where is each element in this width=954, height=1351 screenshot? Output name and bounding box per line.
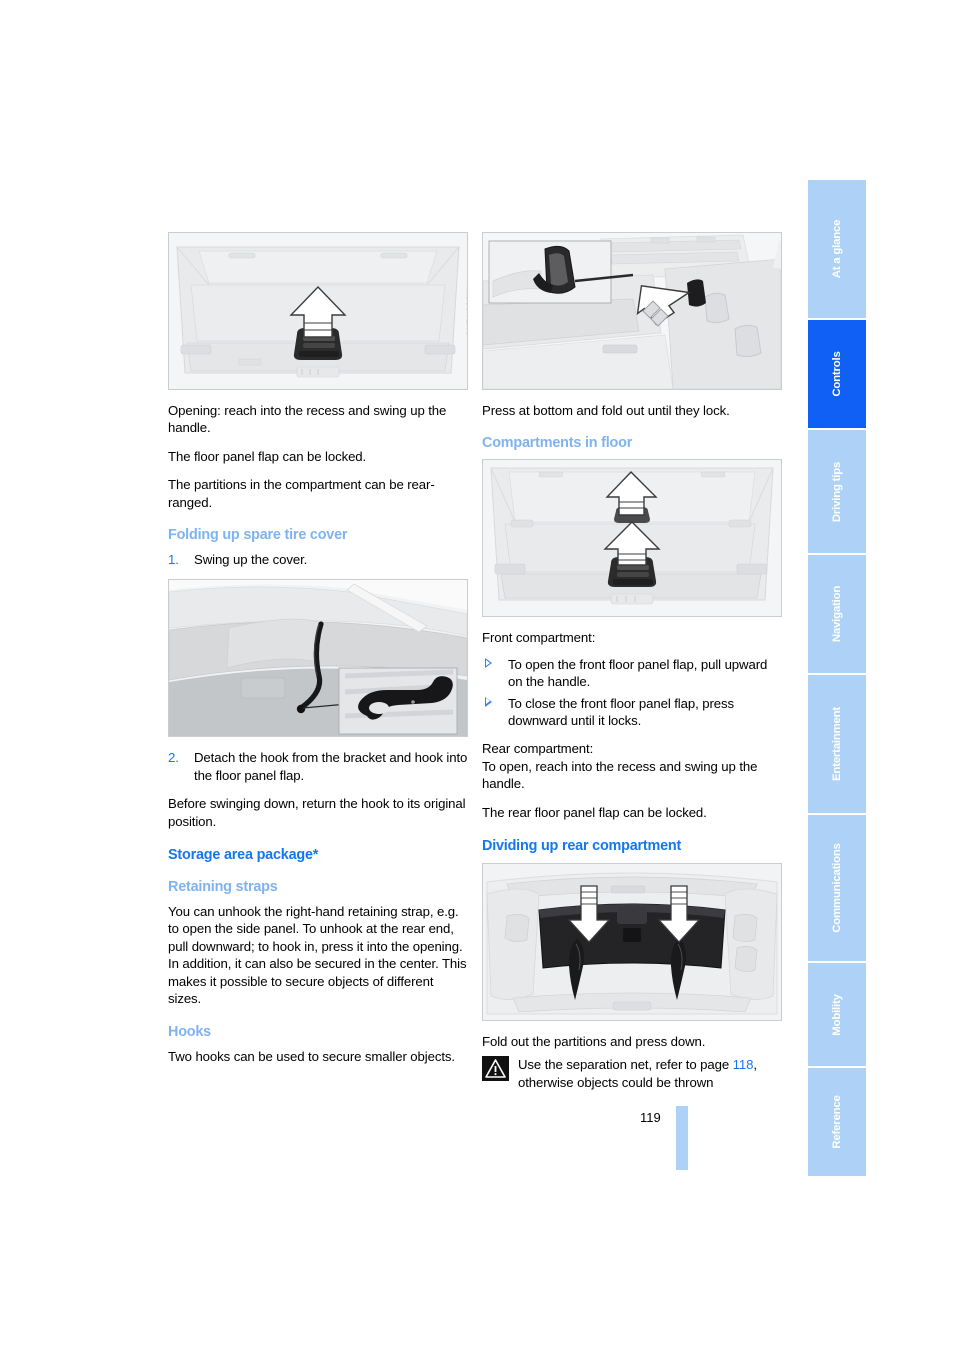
paragraph-before-swinging-down: Before swinging down, return the hook to… (168, 796, 466, 829)
list-item: 2. Detach the hook from the bracket and … (168, 749, 468, 784)
paragraph-front-compartment: Front compartment: (482, 630, 596, 646)
manual-page: WWCT2 8A-FC3.445 Opening: reach into the… (0, 0, 954, 1351)
sidebar-tab-label: Entertainment (831, 707, 843, 781)
heading-dividing-up-rear-compartment: Dividing up rear compartment (482, 838, 682, 855)
paragraph-partitions-rearranged: The partitions in the compartment can be… (168, 477, 435, 510)
right-column: WWC24-2CE3A.9B Press at bottom and fold … (482, 232, 782, 1091)
warning-triangle-icon (482, 1056, 509, 1082)
list-item-text: To open the front floor panel flap, pull… (508, 656, 768, 690)
paragraph-rear-compartment: Rear compartment: To open, reach into th… (482, 740, 782, 792)
sidebar-tab-at-a-glance[interactable]: At a glance (808, 180, 866, 320)
list-item-text: To close the front floor panel flap, pre… (508, 695, 734, 729)
page-reference-link[interactable]: 118 (733, 1057, 754, 1072)
rear-compartment-label: Rear compartment: (482, 741, 594, 757)
note-text-before: Use the separation net, refer to page (518, 1057, 733, 1073)
list-marker: 1. (168, 552, 179, 568)
list-front-compartment-actions: To open the front floor panel flap, pull… (482, 656, 782, 730)
rear-compartment-text: To open, reach into the recess and swing… (482, 758, 758, 792)
sidebar-tab-reference[interactable]: Reference (808, 1068, 866, 1178)
trunk-floor-illustration (169, 233, 467, 389)
heading-storage-area-package: Storage area package* (168, 847, 319, 864)
hook-bracket-illustration (169, 580, 467, 737)
paragraph-rear-flap-lockable: The rear floor panel flap can be locked. (482, 804, 707, 820)
figure-code: WWCT2 8A-FC3.445 (465, 286, 468, 336)
arrow-bullet-icon (485, 657, 492, 668)
paragraph-hooks: Two hooks can be used to secure smaller … (168, 1048, 455, 1064)
left-column: WWCT2 8A-FC3.445 Opening: reach into the… (168, 232, 468, 1076)
paragraph-opening: Opening: reach into the recess and swing… (168, 403, 447, 436)
sidebar-tab-label: Communications (831, 843, 843, 933)
sidebar-tab-communications[interactable]: Communications (808, 815, 866, 963)
sidebar-tab-label: Controls (831, 351, 843, 397)
sidebar-tab-navigation[interactable]: Navigation (808, 555, 866, 675)
sidebar-tab-controls[interactable]: Controls (808, 320, 866, 430)
partitions-illustration (483, 864, 781, 1021)
list-folding-steps-2: 2. Detach the hook from the bracket and … (168, 749, 468, 784)
sidebar-tab-label: Driving tips (831, 461, 843, 522)
figure-dividing-rear-compartment: WWC7HBE53.A4B (482, 863, 782, 1022)
paragraph-fold-out-partitions: Fold out the partitions and press down. (482, 1034, 706, 1050)
list-item: To open the front floor panel flap, pull… (482, 656, 782, 691)
paragraph-retaining-straps: You can unhook the right-hand retaining … (168, 904, 467, 1007)
figure-code: WWC24-2CE3A.9B (781, 289, 782, 333)
list-item: To close the front floor panel flap, pre… (482, 695, 782, 730)
heading-retaining-straps: Retaining straps (168, 879, 278, 896)
list-item-text: Detach the hook from the bracket and hoo… (194, 750, 468, 783)
page-number-bar (676, 1106, 688, 1170)
page-number: 119 (640, 1110, 661, 1125)
sidebar-tab-driving-tips[interactable]: Driving tips (808, 430, 866, 555)
sidebar-tab-mobility[interactable]: Mobility (808, 963, 866, 1068)
warning-note-text: Use the separation net, refer to page 11… (518, 1056, 782, 1091)
sidebar-tab-label: Reference (831, 1095, 843, 1149)
sidebar-tab-entertainment[interactable]: Entertainment (808, 675, 866, 815)
heading-compartments-in-floor: Compartments in floor (482, 435, 633, 452)
side-panel-illustration (483, 233, 781, 389)
heading-hooks: Hooks (168, 1023, 211, 1040)
list-marker: 2. (168, 750, 179, 766)
figure-trunk-floor-open: WWCT2 8A-FC3.445 (168, 232, 468, 390)
figure-hook-and-bracket: WWC2-HKFR.A4A (168, 579, 468, 738)
heading-folding-up-spare-tire-cover: Folding up spare tire cover (168, 527, 348, 544)
figure-side-panel-fold-out: WWC24-2CE3A.9B (482, 232, 782, 390)
list-item: 1. Swing up the cover. (168, 551, 468, 568)
sidebar-tab-label: At a glance (831, 219, 843, 279)
sidebar-tab-label: Mobility (831, 993, 843, 1036)
compartments-illustration (483, 460, 781, 617)
list-item-text: Swing up the cover. (194, 552, 308, 568)
warning-note: Use the separation net, refer to page 11… (482, 1056, 782, 1091)
figure-compartments-in-floor: WWC7GJEE3.A4B (482, 459, 782, 618)
arrow-bullet-icon (485, 696, 492, 707)
section-tabs-sidebar: At a glance Controls Driving tips Navigatio… (808, 180, 866, 1180)
paragraph-press-at-bottom: Press at bottom and fold out until they … (482, 403, 730, 418)
paragraph-floor-panel-lockable: The floor panel flap can be locked. (168, 448, 367, 464)
sidebar-tab-label: Navigation (831, 585, 843, 643)
list-folding-steps-1: 1. Swing up the cover. (168, 551, 468, 568)
